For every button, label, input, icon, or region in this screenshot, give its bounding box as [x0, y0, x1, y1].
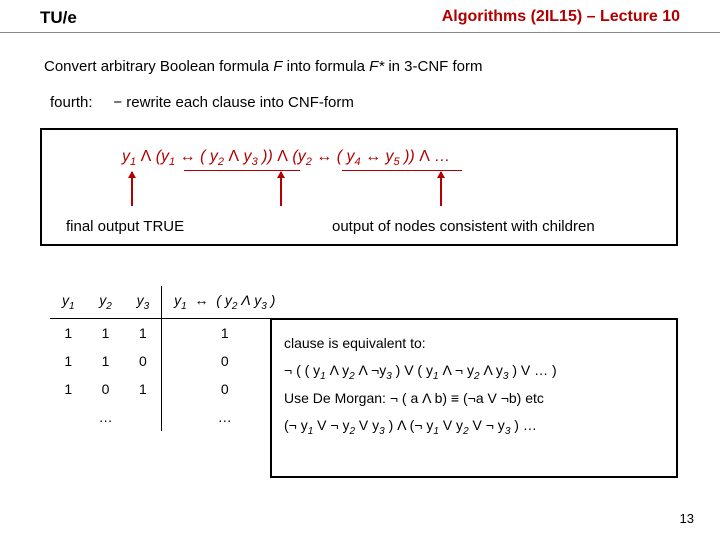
th-expr: y1 ↔ ( y2 Λ y3 ) [162, 286, 288, 318]
table-row: 1 0 1 0 [50, 375, 287, 403]
line-dnf: ¬ ( ( y1 Λ y2 Λ ¬y3 ) V ( y1 Λ ¬ y2 Λ y3… [284, 357, 664, 386]
equivalence-box: clause is equivalent to: ¬ ( ( y1 Λ y2 Λ… [270, 318, 678, 478]
step-line: fourth: − rewrite each clause into CNF-f… [50, 94, 354, 111]
arrow-icon [440, 172, 442, 206]
course-title: Algorithms (2IL15) – Lecture 10 [442, 8, 680, 26]
th-y3: y3 [125, 286, 162, 318]
intro-text: Convert arbitrary Boolean formula F into… [44, 58, 483, 75]
arrow-icon [280, 172, 282, 206]
th-y2: y2 [87, 286, 125, 318]
page-number: 13 [680, 511, 694, 526]
formula-box: y1 Λ (y1 ↔ ( y2 Λ y3 )) Λ (y2 ↔ ( y4 ↔ y… [40, 128, 678, 246]
line-cnf: (¬ y1 V ¬ y2 V y3 ) Λ (¬ y1 V y2 V ¬ y3 … [284, 412, 664, 441]
table-header-row: y1 y2 y3 y1 ↔ ( y2 Λ y3 ) [50, 286, 287, 318]
step-label: fourth: [50, 94, 93, 111]
table-row: 1 1 0 0 [50, 347, 287, 375]
truth-table: y1 y2 y3 y1 ↔ ( y2 Λ y3 ) 1 1 1 1 1 1 0 … [50, 286, 287, 431]
line-clause-equiv: clause is equivalent to: [284, 330, 664, 357]
table-row: … … [50, 403, 287, 431]
logo: TU/e [40, 8, 77, 28]
label-final-output: final output TRUE [66, 218, 184, 235]
line-demorgan: Use De Morgan: ¬ ( a Λ b) ≡ (¬a V ¬b) et… [284, 385, 664, 412]
header-bar: TU/e Algorithms (2IL15) – Lecture 10 [0, 8, 720, 33]
label-consistent: output of nodes consistent with children [332, 218, 595, 235]
slide: TU/e Algorithms (2IL15) – Lecture 10 Con… [0, 0, 720, 540]
arrow-icon [131, 172, 133, 206]
step-text: − rewrite each clause into CNF-form [113, 94, 354, 111]
formula: y1 Λ (y1 ↔ ( y2 Λ y3 )) Λ (y2 ↔ ( y4 ↔ y… [122, 148, 450, 168]
table-row: 1 1 1 1 [50, 318, 287, 347]
th-y1: y1 [50, 286, 87, 318]
